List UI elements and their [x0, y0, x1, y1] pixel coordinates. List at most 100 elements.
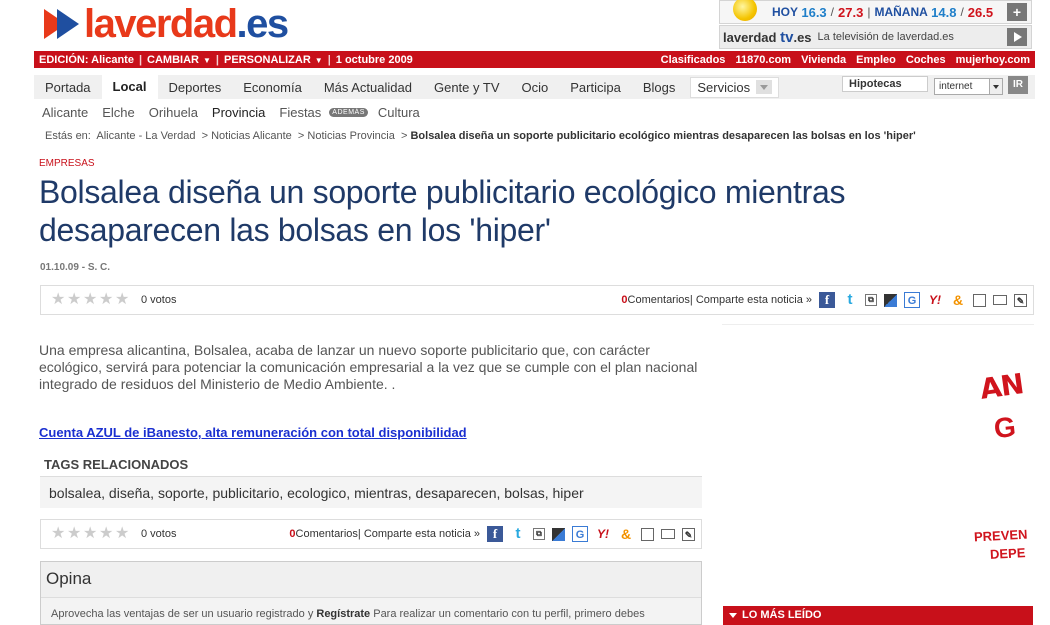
comments-link[interactable]: Comentarios	[296, 528, 358, 540]
edit-icon[interactable]: ✎	[682, 527, 695, 541]
site-logo[interactable]: laverdad.es	[40, 2, 289, 46]
edition-label: EDICIÓN: Alicante	[39, 53, 134, 66]
current-date: 1 octubre 2009	[335, 53, 413, 66]
twitter-icon[interactable]: t	[510, 526, 526, 542]
rating-stars[interactable]: ★ ★ ★ ★ ★	[51, 292, 131, 308]
ademas-badge: ADEMÁS	[329, 107, 368, 117]
personalize-button[interactable]: PERSONALIZAR ▼	[219, 54, 328, 66]
nav-item[interactable]: Más Actualidad	[313, 80, 423, 95]
breadcrumb-link[interactable]: Noticias Alicante	[211, 130, 292, 142]
tags-list[interactable]: bolsalea, diseña, soporte, publicitario,…	[40, 476, 702, 508]
rating-share-bar: ★ ★ ★ ★ ★ 0 votos 0 Comentarios | Comparte e…	[40, 285, 1034, 315]
ad-text: AN	[977, 370, 1026, 406]
caret-down-icon: ▼	[314, 55, 323, 65]
sidebar-ad[interactable]: AN G PREVEN DEPE	[972, 370, 1032, 570]
opina-box: Opina Aprovecha las ventajas de ser un u…	[40, 561, 702, 625]
yahoo-icon[interactable]: Y!	[595, 526, 611, 542]
subnav-item[interactable]: Alicante	[34, 105, 94, 120]
breadcrumb-current: Bolsalea diseña un soporte publicitario …	[410, 130, 916, 142]
ad-text: G	[992, 410, 1018, 445]
share-label: | Comparte esta noticia »	[689, 294, 812, 306]
breadcrumb: Estás en: Alicante - La Verdad > Noticia…	[45, 130, 916, 142]
triangle-down-icon	[729, 612, 737, 618]
weather-tomorrow-label: MAÑANA	[874, 5, 928, 19]
meneame-icon[interactable]: &	[950, 292, 966, 308]
edition-value[interactable]: Alicante	[91, 54, 134, 66]
print-icon[interactable]	[641, 527, 654, 541]
nav-item[interactable]: Participa	[559, 80, 632, 95]
section-label[interactable]: EMPRESAS	[39, 158, 95, 169]
star-icon: ★	[115, 525, 130, 542]
top-link[interactable]: Clasificados	[656, 54, 731, 66]
star-icon: ★	[83, 525, 98, 542]
email-icon[interactable]	[993, 295, 1007, 305]
article-meta: 01.10.09 - S. C.	[40, 262, 111, 273]
breadcrumb-link[interactable]: Alicante - La Verdad	[96, 130, 195, 142]
weather-sep-2: /	[960, 5, 964, 19]
star-icon: ★	[99, 291, 114, 308]
opina-text: Aprovecha las ventajas de ser un usuario…	[51, 608, 645, 620]
top-red-bar: EDICIÓN: Alicante | CAMBIAR ▼ | PERSONALI…	[34, 51, 1035, 68]
weather-today-label: HOY	[772, 5, 799, 19]
play-icon[interactable]	[1007, 28, 1027, 46]
copy-icon[interactable]: ⧉	[533, 528, 545, 540]
weather-divider: |	[867, 5, 871, 19]
subnav-item[interactable]: Orihuela	[141, 105, 204, 120]
edit-icon[interactable]: ✎	[1014, 293, 1027, 307]
votes-count: 0 votos	[141, 294, 177, 306]
delicious-icon[interactable]	[884, 293, 897, 307]
google-icon[interactable]: G	[572, 526, 588, 542]
email-icon[interactable]	[661, 529, 675, 539]
most-read-header[interactable]: LO MÁS LEÍDO	[723, 606, 1033, 625]
star-icon: ★	[115, 291, 130, 308]
search-scope-select[interactable]: internet	[934, 78, 1003, 95]
weather-expand-button[interactable]: +	[1007, 3, 1027, 21]
rating-stars[interactable]: ★ ★ ★ ★ ★	[51, 526, 131, 542]
caret-down-icon: ▼	[202, 55, 211, 65]
delicious-icon[interactable]	[552, 527, 565, 541]
top-link[interactable]: Vivienda	[796, 54, 851, 66]
sponsored-link[interactable]: Cuenta AZUL de iBanesto, alta remuneraci…	[39, 425, 467, 440]
nav-item[interactable]: Economía	[232, 80, 313, 95]
weather-today-max: 27.3	[838, 4, 864, 20]
star-icon: ★	[51, 525, 66, 542]
breadcrumb-sep: >	[297, 130, 305, 142]
search-input[interactable]: Hipotecas	[842, 76, 928, 92]
breadcrumb-sep: >	[400, 130, 408, 142]
search-go-button[interactable]: IR	[1008, 76, 1028, 94]
twitter-icon[interactable]: t	[842, 292, 858, 308]
register-link[interactable]: Regístrate	[316, 608, 370, 620]
tv-tagline: La televisión de laverdad.es	[817, 31, 954, 43]
breadcrumb-link[interactable]: Noticias Provincia	[307, 130, 394, 142]
ad-text: DEPE	[989, 545, 1026, 562]
star-icon: ★	[67, 291, 82, 308]
meneame-icon[interactable]: &	[618, 526, 634, 542]
facebook-icon[interactable]: f	[819, 292, 835, 308]
top-link[interactable]: mujerhoy.com	[951, 54, 1035, 66]
nav-item[interactable]: Blogs	[632, 80, 687, 95]
tags-title: TAGS RELACIONADOS	[44, 457, 189, 472]
top-link[interactable]: Coches	[901, 54, 951, 66]
nav-item-active[interactable]: Local	[101, 75, 158, 99]
copy-icon[interactable]: ⧉	[865, 294, 877, 306]
nav-item[interactable]: Ocio	[511, 80, 560, 95]
top-link[interactable]: Empleo	[851, 54, 901, 66]
subnav-item[interactable]: Fiestas	[271, 105, 327, 120]
nav-item[interactable]: Gente y TV	[423, 80, 511, 95]
nav-item[interactable]: Portada	[34, 80, 102, 95]
weather-tomorrow-min: 14.8	[931, 4, 957, 20]
subnav-item[interactable]: Elche	[94, 105, 141, 120]
print-icon[interactable]	[973, 293, 986, 307]
yahoo-icon[interactable]: Y!	[927, 292, 943, 308]
change-edition-button[interactable]: CAMBIAR ▼	[142, 54, 216, 66]
tv-promo-bar[interactable]: laverdad tv.es La televisión de laverdad…	[719, 25, 1032, 49]
services-dropdown[interactable]: Servicios	[690, 76, 780, 98]
sidebar-divider	[722, 324, 1034, 325]
subnav-item-current[interactable]: Provincia	[204, 105, 271, 120]
top-link[interactable]: 11870.com	[730, 54, 796, 66]
comments-link[interactable]: Comentarios	[628, 294, 690, 306]
google-icon[interactable]: G	[904, 292, 920, 308]
nav-item[interactable]: Deportes	[158, 80, 233, 95]
subnav-item[interactable]: Cultura	[370, 105, 426, 120]
facebook-icon[interactable]: f	[487, 526, 503, 542]
